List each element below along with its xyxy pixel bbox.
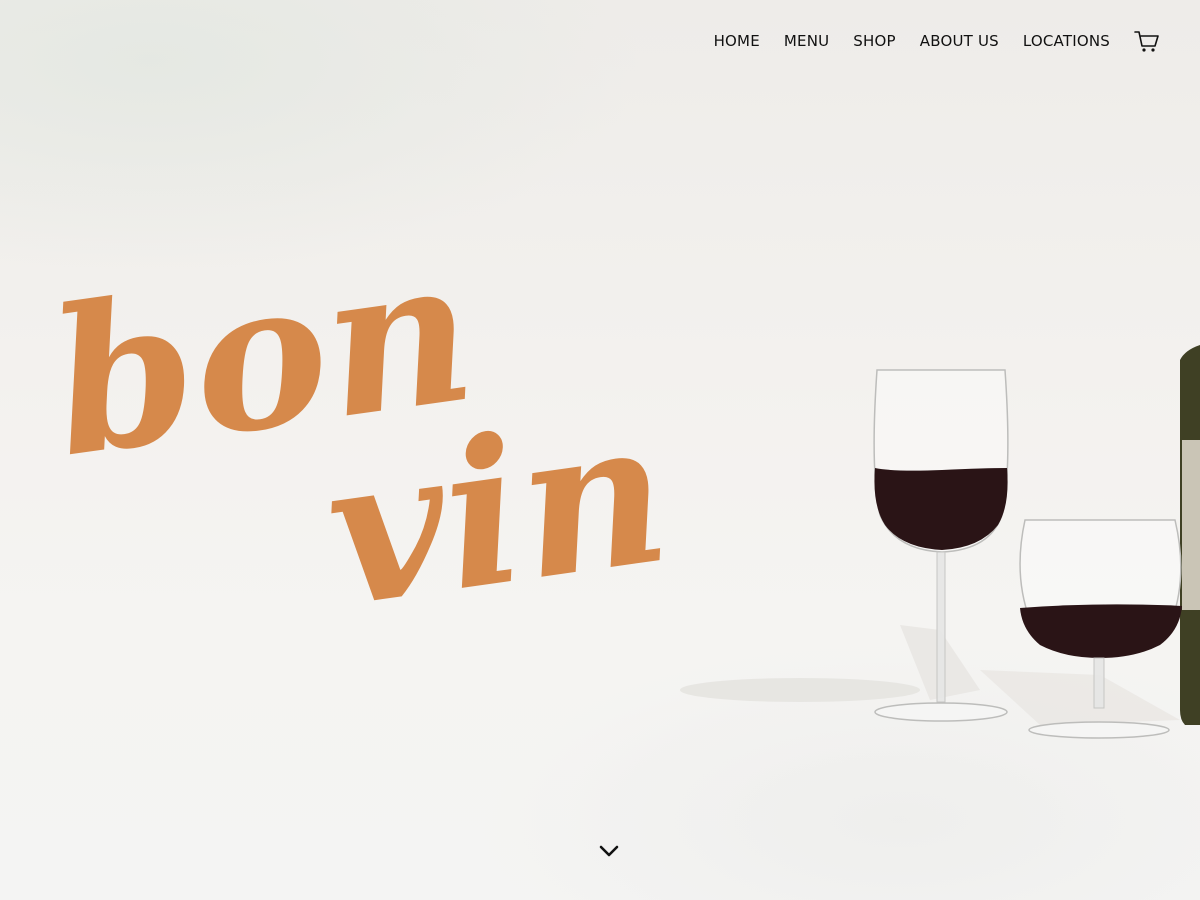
logo-word-vin: vin	[314, 373, 681, 640]
nav-locations[interactable]: LOCATIONS	[1023, 29, 1110, 53]
nav-home[interactable]: HOME	[714, 29, 760, 53]
nav-menu[interactable]: MENU	[784, 29, 829, 53]
bon-vin-logo: bon vin	[55, 270, 681, 640]
chevron-down-icon[interactable]	[597, 840, 621, 862]
nav-about-us[interactable]: ABOUT US	[920, 29, 999, 53]
main-nav: HOME MENU SHOP ABOUT US LOCATIONS	[690, 29, 1160, 53]
cart-icon[interactable]	[1134, 29, 1160, 53]
nav-shop[interactable]: SHOP	[853, 29, 895, 53]
wine-glasses-photo	[680, 345, 1200, 739]
